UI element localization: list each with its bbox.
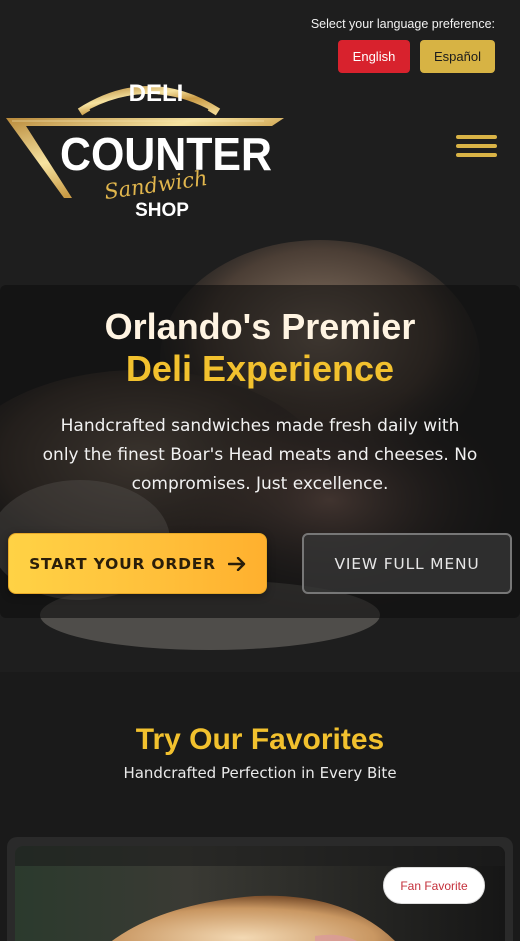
favorites-subtitle: Handcrafted Perfection in Every Bite (123, 764, 397, 782)
espanol-button[interactable]: Español (420, 40, 495, 73)
english-button[interactable]: English (338, 40, 410, 73)
deli-counter-logo[interactable]: DELI COUNTER Sandwich SHOP (4, 74, 288, 226)
menu-bar (456, 153, 497, 157)
menu-bar (456, 135, 497, 139)
language-prompt: Select your language preference: (310, 17, 495, 31)
language-buttons: English Español (311, 40, 495, 73)
hamburger-menu-icon[interactable] (456, 135, 498, 161)
view-full-menu-button[interactable]: VIEW FULL MENU (302, 533, 512, 594)
language-selector: Select your language preference: English… (311, 17, 495, 73)
logo-graphic: DELI COUNTER Sandwich SHOP (6, 80, 284, 221)
hero-subtitle: Handcrafted sandwiches made fresh daily … (42, 416, 478, 494)
favorites-section: Try Our Favorites Handcrafted Perfection… (0, 672, 520, 941)
logo-shop: SHOP (135, 200, 189, 221)
start-order-button[interactable]: START YOUR ORDER (8, 533, 267, 594)
arrow-right-icon (227, 556, 246, 571)
favorites-title: Try Our Favorites (135, 723, 385, 756)
fan-favorite-badge: Fan Favorite (383, 867, 485, 904)
hero-title-line1: Orlando's Premier (104, 306, 416, 347)
start-order-label: START YOUR ORDER (29, 554, 216, 573)
logo-deli: DELI (129, 80, 184, 107)
hero-section: Orlando's Premier Deli Experience Handcr… (0, 240, 520, 672)
menu-bar (456, 144, 497, 148)
hero-title-line2: Deli Experience (125, 348, 395, 389)
